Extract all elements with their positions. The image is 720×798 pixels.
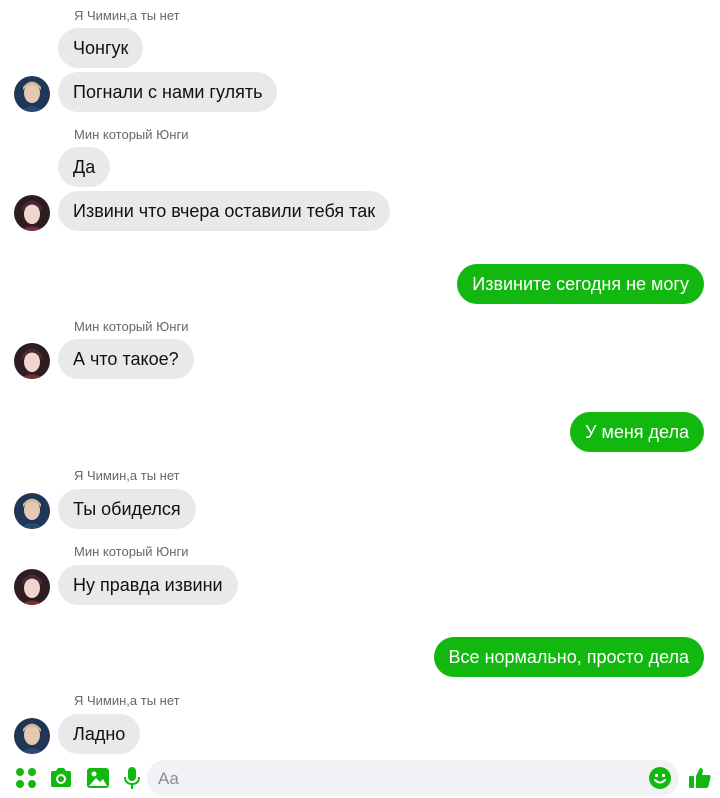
sender-name: Мин который Юнги bbox=[74, 544, 189, 559]
message-bubble[interactable]: Извини что вчера оставили тебя так bbox=[58, 191, 391, 231]
message-bubble[interactable]: Ты обиделся bbox=[58, 489, 196, 529]
message-bubble[interactable]: Ладно bbox=[58, 714, 141, 754]
avatar[interactable] bbox=[14, 343, 50, 379]
avatar[interactable] bbox=[14, 718, 50, 754]
message-bubble[interactable]: Чонгук bbox=[58, 28, 144, 68]
composer-bar: Aa bbox=[0, 758, 720, 798]
camera-icon[interactable] bbox=[49, 766, 73, 790]
avatar[interactable] bbox=[14, 195, 50, 231]
apps-icon[interactable] bbox=[14, 766, 38, 790]
message-bubble[interactable]: Да bbox=[58, 147, 111, 187]
message-bubble-outgoing[interactable]: Все нормально, просто дела bbox=[433, 637, 704, 677]
message-bubble[interactable]: Погнали с нами гулять bbox=[58, 72, 278, 112]
message-input-placeholder: Aa bbox=[158, 769, 179, 788]
avatar[interactable] bbox=[14, 493, 50, 529]
sender-name: Я Чимин,а ты нет bbox=[74, 468, 180, 483]
message-bubble[interactable]: А что такое? bbox=[58, 339, 194, 379]
avatar[interactable] bbox=[14, 76, 50, 112]
like-icon[interactable] bbox=[688, 766, 712, 790]
sender-name: Мин который Юнги bbox=[74, 127, 189, 142]
avatar[interactable] bbox=[14, 569, 50, 605]
sender-name: Мин который Юнги bbox=[74, 319, 189, 334]
message-bubble-outgoing[interactable]: Извините сегодня не могу bbox=[457, 264, 704, 304]
gallery-icon[interactable] bbox=[86, 766, 110, 790]
emoji-icon[interactable] bbox=[648, 766, 672, 790]
sender-name: Я Чимин,а ты нет bbox=[74, 8, 180, 23]
sender-name: Я Чимин,а ты нет bbox=[74, 693, 180, 708]
message-input[interactable]: Aa bbox=[147, 760, 679, 796]
message-bubble[interactable]: Ну правда извини bbox=[58, 565, 238, 605]
message-bubble-outgoing[interactable]: У меня дела bbox=[570, 412, 704, 452]
microphone-icon[interactable] bbox=[120, 766, 144, 790]
